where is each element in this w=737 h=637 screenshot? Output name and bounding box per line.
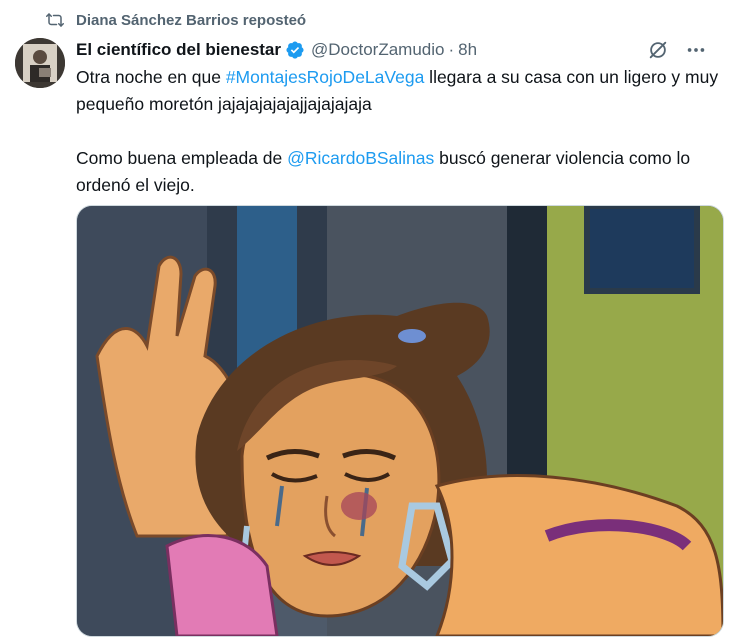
author-handle[interactable]: @DoctorZamudio [311,40,444,60]
header-actions [647,39,707,61]
grok-icon[interactable] [647,39,669,61]
separator-dot: · [448,40,455,59]
tweet-header: El científico del bienestar @DoctorZamud… [76,39,717,61]
tweet-media-image[interactable] [76,205,724,637]
more-icon[interactable] [685,39,707,61]
author-display-name[interactable]: El científico del bienestar [76,40,281,60]
tweet-paragraph-2: Como buena empleada de @RicardoBSalinas … [76,148,691,195]
mention-link[interactable]: @RicardoBSalinas [287,148,434,168]
tweet-time[interactable]: 8h [458,40,477,60]
tweet-paragraph-1: Otra noche en que #MontajesRojoDeLaVega … [76,67,719,114]
avatar[interactable] [15,38,65,88]
tweet-text: Otra noche en que #MontajesRojoDeLaVega … [76,64,728,199]
repost-text: Diana Sánchez Barrios reposteó [76,11,307,29]
verified-badge-icon [286,41,304,59]
repost-context[interactable]: Diana Sánchez Barrios reposteó [46,11,306,29]
repost-icon [46,13,64,27]
hashtag-link[interactable]: #MontajesRojoDeLaVega [226,67,424,87]
